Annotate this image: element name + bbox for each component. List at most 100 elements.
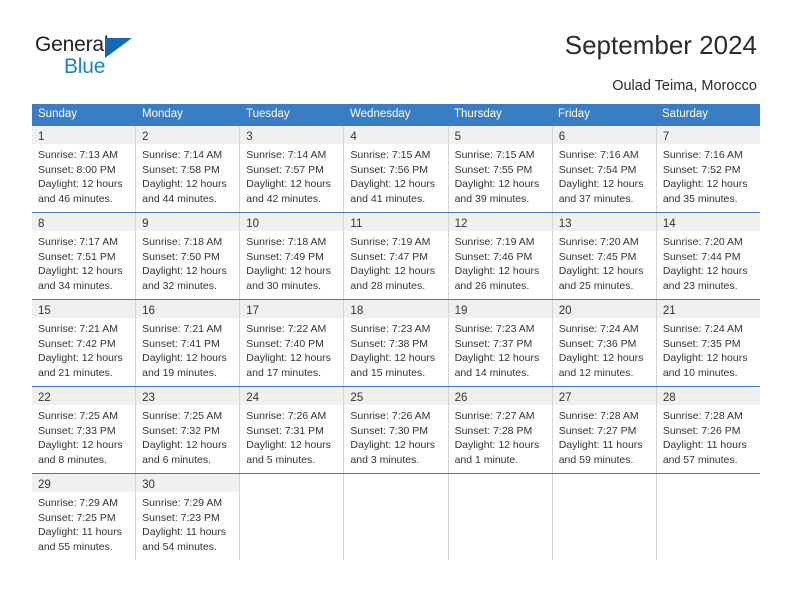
calendar-day-cell[interactable]: 11 Sunrise: 7:19 AM Sunset: 7:47 PM Dayl… <box>344 213 449 299</box>
calendar-day-cell[interactable]: 14 Sunrise: 7:20 AM Sunset: 7:44 PM Dayl… <box>656 213 760 299</box>
calendar-day-cell[interactable]: 3 Sunrise: 7:14 AM Sunset: 7:57 PM Dayli… <box>240 126 345 212</box>
calendar-day-cell[interactable]: 25 Sunrise: 7:26 AM Sunset: 7:30 PM Dayl… <box>344 387 449 473</box>
sunset-text: Sunset: 7:23 PM <box>142 511 220 524</box>
sunrise-text: Sunrise: 7:20 AM <box>662 236 743 248</box>
calendar-day-cell[interactable]: 4 Sunrise: 7:15 AM Sunset: 7:56 PM Dayli… <box>344 126 449 212</box>
day-number: 17 <box>246 305 260 317</box>
calendar-day-cell-empty <box>552 474 657 560</box>
calendar-day-cell[interactable]: 27 Sunrise: 7:28 AM Sunset: 7:27 PM Dayl… <box>552 387 657 473</box>
weekday-header-tuesday: Tuesday <box>246 108 290 120</box>
day-number: 6 <box>558 131 566 143</box>
calendar-page: General Blue September 2024 Oulad Teima,… <box>0 0 792 612</box>
day-details: Sunrise: 7:17 AM Sunset: 7:51 PM Dayligh… <box>32 231 135 293</box>
daylight-text-line2: and 21 minutes. <box>38 366 113 379</box>
sunrise-text: Sunrise: 7:25 AM <box>142 410 223 422</box>
sunrise-text: Sunrise: 7:21 AM <box>142 323 223 335</box>
sunrise-text: Sunrise: 7:28 AM <box>662 410 743 422</box>
sunset-text: Sunset: 7:40 PM <box>246 337 324 350</box>
day-number: 20 <box>558 305 572 317</box>
daylight-text-line1: Daylight: 12 hours <box>454 439 540 451</box>
calendar-day-cell[interactable]: 5 Sunrise: 7:15 AM Sunset: 7:55 PM Dayli… <box>448 126 553 212</box>
sunrise-text: Sunrise: 7:25 AM <box>38 410 118 422</box>
calendar-day-cell[interactable]: 18 Sunrise: 7:23 AM Sunset: 7:38 PM Dayl… <box>344 300 449 386</box>
day-number-band: 17 <box>240 300 344 318</box>
calendar-day-cell[interactable]: 8 Sunrise: 7:17 AM Sunset: 7:51 PM Dayli… <box>32 213 137 299</box>
day-number-band: 6 <box>552 126 656 144</box>
daylight-text-line2: and 10 minutes. <box>662 366 738 379</box>
calendar-day-cell[interactable]: 9 Sunrise: 7:18 AM Sunset: 7:50 PM Dayli… <box>136 213 241 299</box>
calendar-day-cell[interactable]: 23 Sunrise: 7:25 AM Sunset: 7:32 PM Dayl… <box>136 387 241 473</box>
day-number-band <box>449 474 552 492</box>
daylight-text-line1: Daylight: 11 hours <box>142 526 226 538</box>
day-number-band: 27 <box>552 387 656 405</box>
day-number: 22 <box>38 392 51 404</box>
sunset-text: Sunset: 7:49 PM <box>246 250 324 263</box>
calendar-day-cell[interactable]: 12 Sunrise: 7:19 AM Sunset: 7:46 PM Dayl… <box>448 213 553 299</box>
calendar-day-cell[interactable]: 19 Sunrise: 7:23 AM Sunset: 7:37 PM Dayl… <box>448 300 553 386</box>
calendar-day-cell[interactable]: 13 Sunrise: 7:20 AM Sunset: 7:45 PM Dayl… <box>552 213 657 299</box>
daylight-text-line1: Daylight: 12 hours <box>454 178 540 190</box>
daylight-text-line2: and 37 minutes. <box>558 192 634 205</box>
day-details: Sunrise: 7:24 AM Sunset: 7:36 PM Dayligh… <box>553 318 656 380</box>
calendar-day-cell[interactable]: 26 Sunrise: 7:27 AM Sunset: 7:28 PM Dayl… <box>448 387 553 473</box>
day-details: Sunrise: 7:27 AM Sunset: 7:28 PM Dayligh… <box>449 405 552 467</box>
calendar-day-cell[interactable]: 1 Sunrise: 7:13 AM Sunset: 8:00 PM Dayli… <box>32 126 137 212</box>
daylight-text-line1: Daylight: 12 hours <box>558 265 644 277</box>
sunset-text: Sunset: 7:41 PM <box>142 337 220 350</box>
daylight-text-line1: Daylight: 12 hours <box>350 352 436 364</box>
day-details: Sunrise: 7:23 AM Sunset: 7:37 PM Dayligh… <box>449 318 552 380</box>
sunset-text: Sunset: 7:50 PM <box>142 250 220 263</box>
calendar-week-row: 22 Sunrise: 7:25 AM Sunset: 7:33 PM Dayl… <box>32 386 760 473</box>
calendar-day-cell[interactable]: 2 Sunrise: 7:14 AM Sunset: 7:58 PM Dayli… <box>136 126 241 212</box>
daylight-text-line2: and 30 minutes. <box>246 279 321 292</box>
calendar-day-cell[interactable]: 10 Sunrise: 7:18 AM Sunset: 7:49 PM Dayl… <box>240 213 345 299</box>
day-details: Sunrise: 7:26 AM Sunset: 7:30 PM Dayligh… <box>344 405 447 467</box>
day-number: 18 <box>350 305 364 317</box>
daylight-text-line1: Daylight: 12 hours <box>350 178 436 190</box>
calendar-day-cell[interactable]: 6 Sunrise: 7:16 AM Sunset: 7:54 PM Dayli… <box>552 126 657 212</box>
daylight-text-line2: and 17 minutes. <box>246 366 321 379</box>
daylight-text-line1: Daylight: 11 hours <box>558 439 643 451</box>
daylight-text-line2: and 26 minutes. <box>454 279 530 292</box>
calendar-day-cell[interactable]: 22 Sunrise: 7:25 AM Sunset: 7:33 PM Dayl… <box>32 387 137 473</box>
day-number: 16 <box>142 305 155 317</box>
day-number: 5 <box>454 131 461 143</box>
sunset-text: Sunset: 7:56 PM <box>350 163 429 176</box>
calendar-day-cell[interactable]: 30 Sunrise: 7:29 AM Sunset: 7:23 PM Dayl… <box>136 474 241 560</box>
day-number: 9 <box>142 218 149 230</box>
daylight-text-line2: and 41 minutes. <box>350 192 426 205</box>
calendar-day-cell[interactable]: 29 Sunrise: 7:29 AM Sunset: 7:25 PM Dayl… <box>32 474 137 560</box>
calendar-day-cell[interactable]: 7 Sunrise: 7:16 AM Sunset: 7:52 PM Dayli… <box>656 126 760 212</box>
daylight-text-line1: Daylight: 11 hours <box>662 439 747 451</box>
sunset-text: Sunset: 7:30 PM <box>350 424 429 437</box>
sunrise-text: Sunrise: 7:14 AM <box>142 149 223 161</box>
day-number-band: 21 <box>656 300 760 318</box>
sunrise-text: Sunrise: 7:22 AM <box>246 323 327 335</box>
calendar-day-cell[interactable]: 24 Sunrise: 7:26 AM Sunset: 7:31 PM Dayl… <box>240 387 345 473</box>
calendar-week-row: 15 Sunrise: 7:21 AM Sunset: 7:42 PM Dayl… <box>32 299 760 386</box>
sunrise-text: Sunrise: 7:16 AM <box>662 149 743 161</box>
day-number: 12 <box>454 218 468 230</box>
logo-text-blue: Blue <box>64 55 106 78</box>
day-details: Sunrise: 7:16 AM Sunset: 7:54 PM Dayligh… <box>553 144 656 206</box>
day-number-band: 24 <box>240 387 344 405</box>
calendar-day-cell-empty <box>448 474 553 560</box>
sunrise-text: Sunrise: 7:24 AM <box>558 323 639 335</box>
day-number-band <box>344 474 447 492</box>
day-number-band: 2 <box>136 126 240 144</box>
day-number-band: 16 <box>136 300 240 318</box>
day-details: Sunrise: 7:21 AM Sunset: 7:42 PM Dayligh… <box>32 318 135 380</box>
calendar-day-cell[interactable]: 21 Sunrise: 7:24 AM Sunset: 7:35 PM Dayl… <box>656 300 760 386</box>
day-details: Sunrise: 7:29 AM Sunset: 7:23 PM Dayligh… <box>136 492 239 554</box>
day-number-band <box>553 474 656 492</box>
calendar-day-cell[interactable]: 15 Sunrise: 7:21 AM Sunset: 7:42 PM Dayl… <box>32 300 137 386</box>
daylight-text-line2: and 28 minutes. <box>350 279 426 292</box>
calendar-day-cell[interactable]: 17 Sunrise: 7:22 AM Sunset: 7:40 PM Dayl… <box>240 300 345 386</box>
calendar-day-cell[interactable]: 20 Sunrise: 7:24 AM Sunset: 7:36 PM Dayl… <box>552 300 657 386</box>
day-details: Sunrise: 7:25 AM Sunset: 7:32 PM Dayligh… <box>136 405 239 467</box>
calendar-day-cell[interactable]: 16 Sunrise: 7:21 AM Sunset: 7:41 PM Dayl… <box>136 300 241 386</box>
day-number-band: 30 <box>136 474 240 492</box>
sunrise-text: Sunrise: 7:27 AM <box>454 410 535 422</box>
general-blue-logo[interactable]: General Blue <box>35 33 235 91</box>
calendar-day-cell[interactable]: 28 Sunrise: 7:28 AM Sunset: 7:26 PM Dayl… <box>656 387 760 473</box>
